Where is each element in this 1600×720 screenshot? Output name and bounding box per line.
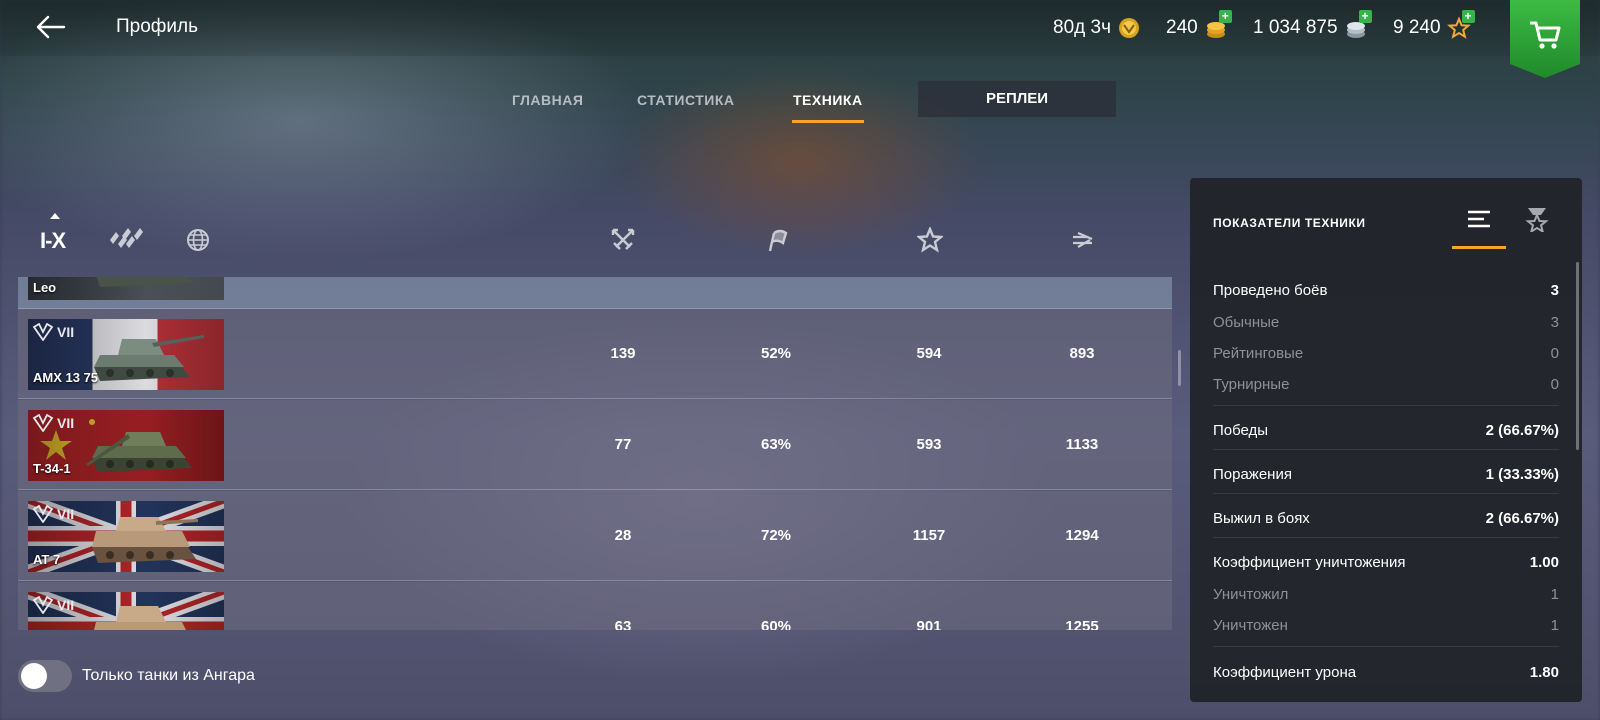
buy-gold-plus-icon[interactable]: + [1218, 10, 1232, 23]
tab-replays[interactable]: РЕПЛЕИ [918, 81, 1116, 117]
free-xp-star-icon: + [1446, 10, 1475, 40]
battles-cell: 63 [614, 618, 632, 630]
tank-image [94, 606, 186, 630]
premium-tank-emblem-icon [32, 323, 54, 341]
damage-cell: 1255 [1065, 618, 1099, 630]
vehicle-row[interactable]: Leo [18, 277, 1172, 309]
vehicle-name: AMX 13 75 [33, 370, 99, 385]
top-bar: Профиль 80д 3ч 240 + 1 034 875 + 9 240 + [0, 0, 1600, 78]
xp-cell: 1157 [912, 527, 946, 544]
premium-tank-emblem-icon [32, 596, 54, 614]
vehicle-row[interactable]: VII AT 7 28 72% 1157 1294 [18, 491, 1172, 581]
hangar-only-toggle[interactable] [18, 660, 72, 692]
cart-icon [1530, 21, 1561, 49]
tier-filter-button[interactable]: I-X [40, 228, 66, 254]
panel-active-tab-indicator [1452, 246, 1506, 249]
active-tab-indicator [792, 120, 864, 123]
gold-value: 240 [1166, 17, 1198, 38]
premium-timer[interactable]: 80д 3ч [1053, 16, 1141, 40]
hangar-only-toggle-group: Только танки из Ангара [18, 660, 255, 692]
tier-badge: VII [32, 414, 74, 432]
free-xp-value: 9 240 [1393, 17, 1441, 38]
vehicle-row[interactable]: VII 63 60% 901 1255 [18, 582, 1172, 630]
winrate-cell: 52% [760, 345, 792, 362]
premium-icon [1117, 16, 1141, 40]
damage-column-shell-icon[interactable] [1070, 227, 1096, 258]
vehicle-list[interactable]: Leo VII AMX 13 75 139 52% 594 893 VII T-… [18, 277, 1172, 630]
panel-tab-list[interactable] [1466, 206, 1492, 237]
credits-balance[interactable]: 1 034 875 + [1253, 10, 1372, 40]
winrate-cell: 72% [760, 527, 792, 544]
gold-balance[interactable]: 240 + [1166, 10, 1232, 40]
credits-value: 1 034 875 [1253, 17, 1338, 38]
xp-cell: 593 [916, 436, 942, 453]
panel-scrollbar[interactable] [1576, 262, 1579, 450]
vehicle-card: VII T-34-1 [28, 410, 224, 481]
tier-label: VII [57, 506, 75, 522]
tab-vehicles[interactable]: ТЕХНИКА [793, 92, 863, 108]
vehicle-name: AT 7 [33, 552, 61, 567]
gold-icon: + [1204, 10, 1232, 40]
profile-tabs: ГЛАВНАЯ СТАТИСТИКА ТЕХНИКА РЕПЛЕИ [0, 80, 1600, 126]
tank-image [92, 517, 198, 563]
xp-cell: 901 [916, 618, 942, 630]
winrate-cell: 60% [760, 618, 792, 630]
damage-cell: 1294 [1065, 527, 1099, 544]
damage-cell: 1133 [1065, 436, 1099, 453]
vehicle-name: T-34-1 [33, 461, 71, 476]
vehicle-card: VII AT 7 [28, 501, 224, 572]
battles-cell: 139 [610, 345, 636, 362]
tier-label: VII [57, 597, 75, 613]
premium-value: 80д 3ч [1053, 17, 1111, 38]
xp-cell: 594 [916, 345, 942, 362]
tier-badge: VII [32, 323, 74, 341]
xp-column-star-icon[interactable] [915, 225, 945, 258]
vehicle-card: VII [28, 592, 224, 630]
buy-free-xp-plus-icon[interactable]: + [1461, 10, 1475, 23]
vehicle-card: VII AMX 13 75 [28, 319, 224, 390]
tank-image [86, 432, 192, 472]
tier-label: VII [57, 324, 75, 340]
winrate-cell: 63% [760, 436, 792, 453]
vehicle-row[interactable]: VII AMX 13 75 139 52% 594 893 [18, 309, 1172, 399]
vehicle-filter-bar: I-X [0, 210, 1172, 266]
list-lines-icon [1468, 210, 1490, 228]
back-button[interactable] [34, 12, 66, 42]
sort-caret-icon [50, 213, 60, 219]
tank-image [94, 335, 204, 381]
vehicle-row[interactable]: VII T-34-1 77 63% 593 1133 [18, 400, 1172, 490]
page-title: Профиль [116, 16, 199, 37]
tab-main[interactable]: ГЛАВНАЯ [512, 92, 583, 108]
vehicle-name: Leo [33, 280, 57, 295]
vehicle-type-filter-icon[interactable] [108, 228, 144, 257]
arrow-left-icon [36, 15, 66, 39]
hangar-only-label: Только танки из Ангара [82, 667, 255, 684]
free-xp-balance[interactable]: 9 240 + [1393, 10, 1475, 40]
battles-cell: 28 [614, 527, 632, 544]
panel-title: ПОКАЗАТЕЛИ ТЕХНИКИ [1213, 216, 1366, 230]
vehicle-stats-panel: ПОКАЗАТЕЛИ ТЕХНИКИ Проведено боёв 3 Обычн… [1190, 178, 1582, 702]
tier-badge: VII [32, 596, 74, 614]
battles-column-swords-icon[interactable] [610, 227, 636, 258]
winrate-column-flag-icon[interactable] [764, 227, 790, 258]
toggle-knob [21, 663, 47, 689]
shop-button[interactable] [1510, 0, 1580, 78]
panel-tab-achievements[interactable] [1524, 206, 1550, 237]
credits-icon: + [1344, 10, 1372, 40]
tank-image [96, 277, 194, 287]
battles-cell: 77 [614, 436, 632, 453]
nation-filter-globe-icon[interactable] [186, 228, 210, 257]
vehicle-card: Leo [28, 277, 224, 300]
premium-tank-emblem-icon [32, 505, 54, 523]
tier-badge: VII [32, 505, 74, 523]
list-scrollbar[interactable] [1178, 350, 1181, 386]
tab-statistics[interactable]: СТАТИСТИКА [637, 92, 735, 108]
damage-cell: 893 [1069, 345, 1095, 362]
premium-tank-emblem-icon [32, 414, 54, 432]
buy-credits-plus-icon[interactable]: + [1358, 10, 1372, 23]
tier-label: VII [57, 415, 75, 431]
medal-icon [1525, 208, 1549, 234]
